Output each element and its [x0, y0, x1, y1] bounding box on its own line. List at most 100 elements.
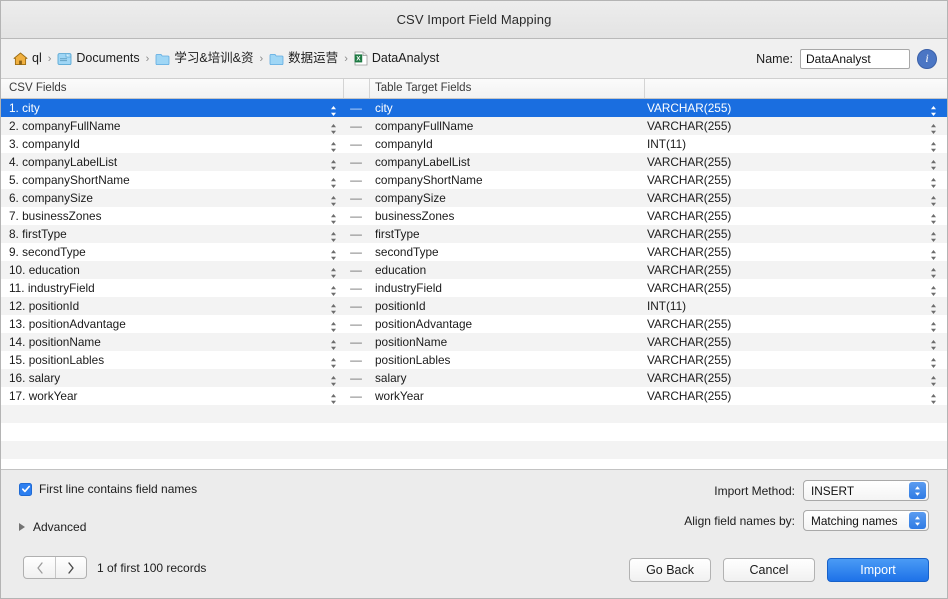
table-row[interactable]: 14. positionName — positionName VARCHAR(255… — [1, 333, 947, 351]
align-field-names-select[interactable]: Matching names — [803, 510, 929, 531]
breadcrumb-item-study-folder[interactable]: 学习&培训&资 — [155, 52, 254, 66]
import-button[interactable]: Import — [827, 558, 929, 582]
target-type-stepper[interactable] — [927, 207, 939, 225]
stepper-icon[interactable] — [329, 267, 338, 279]
first-line-checkbox-row[interactable]: First line contains field names — [19, 482, 197, 496]
csv-field-stepper[interactable] — [327, 153, 339, 171]
csv-field-stepper[interactable] — [327, 117, 339, 135]
table-row[interactable]: 1. city — city VARCHAR(255) — [1, 99, 947, 117]
import-method-select[interactable]: INSERT — [803, 480, 929, 501]
target-type-stepper[interactable] — [927, 279, 939, 297]
csv-field-stepper[interactable] — [327, 99, 339, 117]
column-divider[interactable] — [369, 79, 370, 98]
csv-field-stepper[interactable] — [327, 333, 339, 351]
table-row[interactable]: 10. education — education VARCHAR(255) — [1, 261, 947, 279]
record-nav-segmented-control[interactable] — [23, 556, 87, 579]
go-back-button[interactable]: Go Back — [629, 558, 711, 582]
next-record-button[interactable] — [55, 557, 86, 578]
stepper-icon[interactable] — [329, 375, 338, 387]
stepper-icon[interactable] — [929, 195, 938, 207]
stepper-icon[interactable] — [929, 213, 938, 225]
stepper-icon[interactable] — [329, 303, 338, 315]
stepper-icon[interactable] — [329, 105, 338, 117]
csv-field-stepper[interactable] — [327, 135, 339, 153]
csv-field-stepper[interactable] — [327, 225, 339, 243]
stepper-icon[interactable] — [329, 357, 338, 369]
target-type-stepper[interactable] — [927, 387, 939, 405]
breadcrumb-item-documents[interactable]: Documents — [57, 52, 140, 66]
stepper-icon[interactable] — [329, 123, 338, 135]
target-type-stepper[interactable] — [927, 171, 939, 189]
stepper-icon[interactable] — [929, 159, 938, 171]
table-name-input[interactable] — [800, 48, 910, 69]
stepper-icon[interactable] — [929, 339, 938, 351]
target-type-stepper[interactable] — [927, 369, 939, 387]
csv-field-stepper[interactable] — [327, 189, 339, 207]
target-type-stepper[interactable] — [927, 153, 939, 171]
breadcrumb-item-ql[interactable]: ql — [13, 52, 42, 66]
csv-field-stepper[interactable] — [327, 261, 339, 279]
chevron-updown-icon[interactable] — [909, 482, 926, 499]
csv-field-stepper[interactable] — [327, 369, 339, 387]
table-row[interactable]: 9. secondType — secondType VARCHAR(255) — [1, 243, 947, 261]
column-divider[interactable] — [343, 79, 344, 98]
target-type-stepper[interactable] — [927, 135, 939, 153]
target-type-stepper[interactable] — [927, 261, 939, 279]
csv-field-stepper[interactable] — [327, 351, 339, 369]
breadcrumb-item-data-ops-folder[interactable]: 数据运营 — [269, 52, 338, 66]
stepper-icon[interactable] — [329, 285, 338, 297]
stepper-icon[interactable] — [929, 267, 938, 279]
target-type-stepper[interactable] — [927, 333, 939, 351]
advanced-disclosure[interactable]: Advanced — [19, 520, 86, 534]
table-row[interactable]: 7. businessZones — businessZones VARCHAR(25… — [1, 207, 947, 225]
column-header-table-target-fields[interactable]: Table Target Fields — [375, 82, 471, 94]
table-row[interactable]: 13. positionAdvantage — positionAdvantage V… — [1, 315, 947, 333]
stepper-icon[interactable] — [929, 321, 938, 333]
target-type-stepper[interactable] — [927, 297, 939, 315]
target-type-stepper[interactable] — [927, 351, 939, 369]
stepper-icon[interactable] — [329, 177, 338, 189]
stepper-icon[interactable] — [329, 231, 338, 243]
target-type-stepper[interactable] — [927, 243, 939, 261]
breadcrumb-item-dataanalyst-file[interactable]: X DataAnalyst — [354, 51, 439, 66]
checkbox-icon[interactable] — [19, 482, 32, 496]
csv-field-stepper[interactable] — [327, 297, 339, 315]
stepper-icon[interactable] — [329, 159, 338, 171]
stepper-icon[interactable] — [929, 393, 938, 405]
target-type-stepper[interactable] — [927, 315, 939, 333]
table-row[interactable]: 15. positionLables — positionLables VARCHAR… — [1, 351, 947, 369]
chevron-updown-icon[interactable] — [909, 512, 926, 529]
csv-field-stepper[interactable] — [327, 243, 339, 261]
stepper-icon[interactable] — [929, 231, 938, 243]
column-divider[interactable] — [644, 79, 645, 98]
stepper-icon[interactable] — [929, 105, 938, 117]
stepper-icon[interactable] — [929, 249, 938, 261]
column-header-csv-fields[interactable]: CSV Fields — [9, 82, 67, 94]
stepper-icon[interactable] — [929, 357, 938, 369]
csv-field-stepper[interactable] — [327, 387, 339, 405]
table-row[interactable]: 12. positionId — positionId INT(11) — [1, 297, 947, 315]
stepper-icon[interactable] — [329, 393, 338, 405]
stepper-icon[interactable] — [929, 141, 938, 153]
info-icon[interactable]: i — [917, 48, 937, 69]
table-row[interactable]: 8. firstType — firstType VARCHAR(255) — [1, 225, 947, 243]
stepper-icon[interactable] — [329, 213, 338, 225]
stepper-icon[interactable] — [329, 141, 338, 153]
target-type-stepper[interactable] — [927, 189, 939, 207]
stepper-icon[interactable] — [929, 123, 938, 135]
target-type-stepper[interactable] — [927, 99, 939, 117]
csv-field-stepper[interactable] — [327, 171, 339, 189]
csv-field-stepper[interactable] — [327, 315, 339, 333]
table-row[interactable]: 5. companyShortName — companyShortName VARC… — [1, 171, 947, 189]
table-row[interactable]: 11. industryField — industryField VARCHAR(2… — [1, 279, 947, 297]
stepper-icon[interactable] — [929, 375, 938, 387]
table-row[interactable]: 16. salary — salary VARCHAR(255) — [1, 369, 947, 387]
previous-record-button[interactable] — [24, 557, 55, 578]
chevron-right-icon[interactable] — [19, 523, 25, 531]
stepper-icon[interactable] — [929, 303, 938, 315]
target-type-stepper[interactable] — [927, 225, 939, 243]
cancel-button[interactable]: Cancel — [723, 558, 815, 582]
stepper-icon[interactable] — [929, 177, 938, 189]
csv-field-stepper[interactable] — [327, 207, 339, 225]
csv-field-stepper[interactable] — [327, 279, 339, 297]
